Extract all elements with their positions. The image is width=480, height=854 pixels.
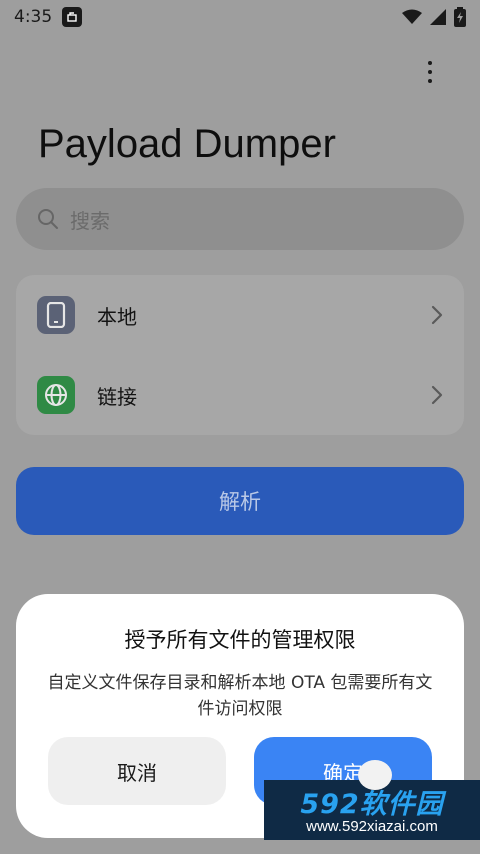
source-item-link[interactable]: 链接 (16, 355, 464, 435)
cell-signal-icon (430, 9, 446, 30)
phone-icon (37, 296, 75, 334)
chevron-right-icon (430, 303, 444, 327)
source-item-label: 链接 (97, 384, 137, 409)
more-vertical-icon[interactable] (416, 58, 444, 86)
chevron-right-icon (430, 383, 444, 407)
globe-icon (37, 376, 75, 414)
source-list: 本地 链接 (16, 275, 464, 435)
parse-button[interactable]: 解析 (16, 467, 464, 535)
watermark-url: www.592xiazai.com (306, 818, 438, 835)
search-placeholder: 搜索 (70, 208, 110, 233)
cancel-button[interactable]: 取消 (48, 737, 226, 805)
dialog-title: 授予所有文件的管理权限 (124, 628, 356, 652)
screenshot-icon (62, 7, 83, 27)
search-icon (36, 207, 60, 231)
source-item-label: 本地 (97, 304, 137, 329)
page-title: Payload Dumper (38, 122, 336, 166)
battery-charging-icon (454, 7, 466, 32)
dialog-message: 自定义文件保存目录和解析本地 OTA 包需要所有文件访问权限 (47, 673, 433, 719)
wifi-icon (402, 9, 422, 30)
touch-indicator (358, 760, 392, 790)
status-time: 4:35 (14, 7, 53, 27)
status-bar: 4:35 (0, 0, 480, 34)
source-item-local[interactable]: 本地 (16, 275, 464, 355)
search-input[interactable]: 搜索 (16, 188, 464, 250)
